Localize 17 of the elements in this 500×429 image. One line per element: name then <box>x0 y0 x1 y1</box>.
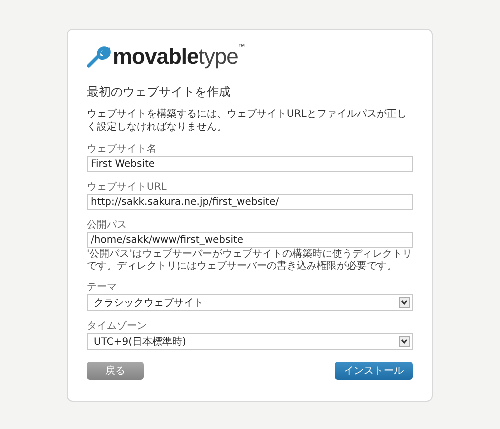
field-label: タイムゾーン <box>87 321 148 333</box>
caret-icon <box>399 336 410 347</box>
field-label: テーマ <box>87 282 118 294</box>
field-label: 公開パス <box>87 220 128 232</box>
input-field[interactable]: http://sakk.sakura.ne.jp/first_website/ <box>87 194 413 210</box>
input-field[interactable]: First Website <box>87 156 413 172</box>
field-label: ウェブサイトURL <box>87 182 168 194</box>
hint-text: '公開パス'はウェブサーバーがウェブサイトの構築時に使うディレクトリです。ディレクトリにはウェブサーバーの書き込み権限が必要です。 <box>87 249 413 272</box>
caret-icon <box>399 297 410 308</box>
select-field[interactable]: クラシックウェブサイト <box>87 294 413 311</box>
intro-text: ウェブサイトを構築するには、ウェブサイトURLとファイルパスが正しく設定しなければなりません。 <box>87 108 408 134</box>
install-button[interactable]: インストール <box>335 362 413 380</box>
input-field[interactable]: /home/sakk/www/first_website <box>87 232 413 248</box>
page-heading: 最初のウェブサイトを作成 <box>87 84 232 101</box>
select-field[interactable]: UTC+9(日本標準時) <box>87 333 413 350</box>
logo-text: movabletype$^{™}$ <box>113 44 245 70</box>
field-label: ウェブサイト名 <box>87 144 158 156</box>
